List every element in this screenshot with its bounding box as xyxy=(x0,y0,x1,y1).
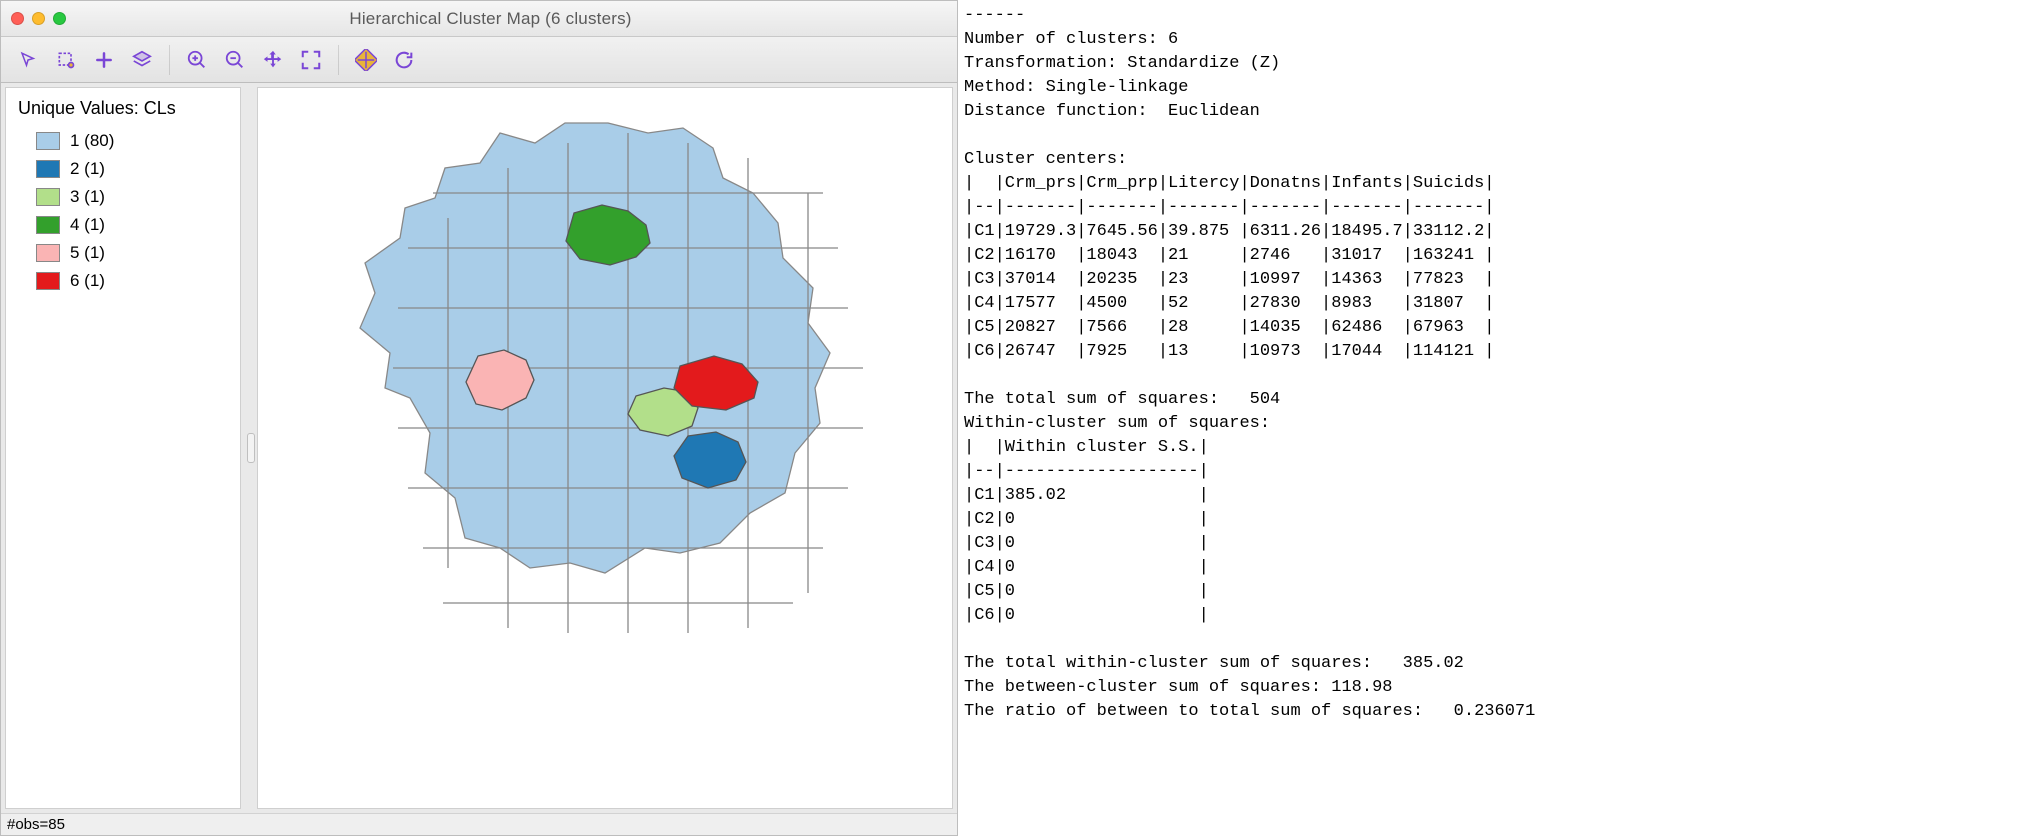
toolbar-separator xyxy=(338,45,339,75)
toolbar-separator xyxy=(169,45,170,75)
titlebar[interactable]: Hierarchical Cluster Map (6 clusters) xyxy=(1,1,957,37)
zoom-out-icon[interactable] xyxy=(218,43,252,77)
legend-item[interactable]: 6 (1) xyxy=(18,267,228,295)
workarea: Unique Values: CLs 1 (80) 2 (1) 3 (1) 4 (1)… xyxy=(1,83,957,813)
legend-label: 5 (1) xyxy=(70,243,105,263)
legend-item[interactable]: 1 (80) xyxy=(18,127,228,155)
legend-label: 3 (1) xyxy=(70,187,105,207)
basemap-icon[interactable] xyxy=(349,43,383,77)
france-map xyxy=(328,98,903,638)
minimize-icon[interactable] xyxy=(32,12,45,25)
refresh-icon[interactable] xyxy=(387,43,421,77)
close-icon[interactable] xyxy=(11,12,24,25)
map-canvas[interactable] xyxy=(257,87,953,809)
obs-count: #obs=85 xyxy=(7,816,65,833)
legend-swatch xyxy=(36,188,60,206)
legend-swatch xyxy=(36,272,60,290)
legend-item[interactable]: 4 (1) xyxy=(18,211,228,239)
legend-swatch xyxy=(36,244,60,262)
select-rect-icon[interactable] xyxy=(49,43,83,77)
pointer-icon[interactable] xyxy=(11,43,45,77)
legend-item[interactable]: 2 (1) xyxy=(18,155,228,183)
zoom-in-icon[interactable] xyxy=(180,43,214,77)
legend-panel: Unique Values: CLs 1 (80) 2 (1) 3 (1) 4 (1)… xyxy=(5,87,241,809)
legend-item[interactable]: 3 (1) xyxy=(18,183,228,211)
legend-swatch xyxy=(36,160,60,178)
traffic-lights xyxy=(11,12,66,25)
legend-label: 2 (1) xyxy=(70,159,105,179)
add-icon[interactable] xyxy=(87,43,121,77)
fit-icon[interactable] xyxy=(294,43,328,77)
pan-icon[interactable] xyxy=(256,43,290,77)
toolbar xyxy=(1,37,957,83)
legend-label: 4 (1) xyxy=(70,215,105,235)
status-bar: #obs=85 xyxy=(1,813,957,835)
report-panel: ------ Number of clusters: 6 Transformat… xyxy=(958,0,2044,836)
layers-icon[interactable] xyxy=(125,43,159,77)
legend-swatch xyxy=(36,216,60,234)
maximize-icon[interactable] xyxy=(53,12,66,25)
region-cluster-2[interactable] xyxy=(674,432,746,488)
legend-item[interactable]: 5 (1) xyxy=(18,239,228,267)
window-title: Hierarchical Cluster Map (6 clusters) xyxy=(84,9,897,29)
legend-swatch xyxy=(36,132,60,150)
map-window: Hierarchical Cluster Map (6 clusters) xyxy=(0,0,958,836)
legend-label: 6 (1) xyxy=(70,271,105,291)
legend-label: 1 (80) xyxy=(70,131,114,151)
panel-splitter[interactable] xyxy=(245,83,257,813)
legend-title: Unique Values: CLs xyxy=(18,98,228,119)
